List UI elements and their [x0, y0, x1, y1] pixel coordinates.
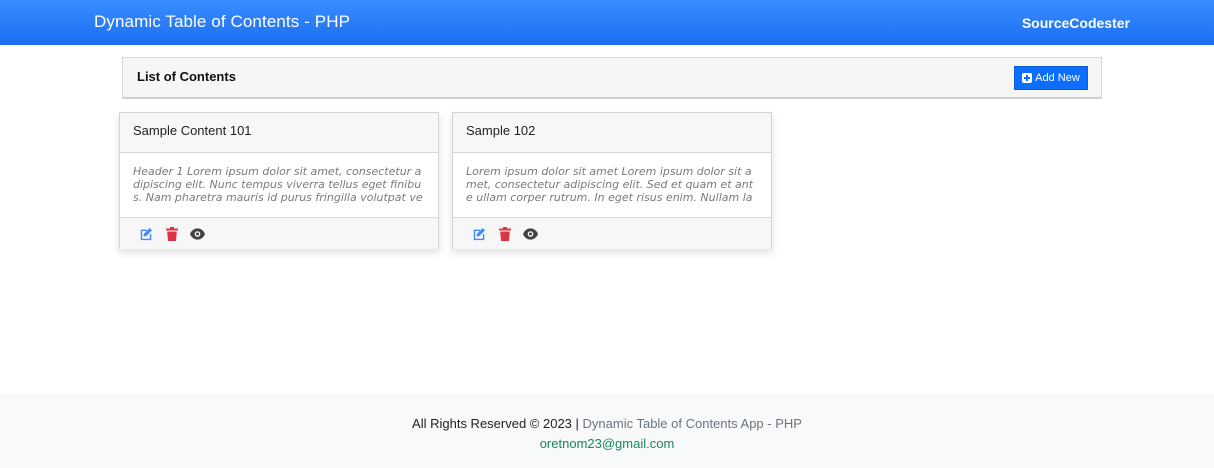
page-footer: All Rights Reserved © 2023 | Dynamic Tab… — [0, 393, 1214, 468]
edit-icon[interactable] — [138, 226, 153, 241]
eye-icon[interactable] — [190, 226, 205, 241]
eye-icon[interactable] — [523, 226, 538, 241]
add-new-button[interactable]: Add New — [1014, 66, 1088, 90]
footer-copyright: All Rights Reserved © 2023 | Dynamic Tab… — [0, 416, 1214, 431]
footer-email-link[interactable]: oretnom23@gmail.com — [0, 436, 1214, 451]
card-body: Lorem ipsum dolor sit amet Lorem ipsum d… — [453, 153, 771, 217]
card-excerpt: Header 1 Lorem ipsum dolor sit amet, con… — [133, 165, 423, 204]
card-body: Header 1 Lorem ipsum dolor sit amet, con… — [120, 153, 438, 217]
content-card: Sample 102 Lorem ipsum dolor sit amet Lo… — [452, 112, 772, 249]
app-title[interactable]: Dynamic Table of Contents - PHP — [94, 12, 350, 32]
card-excerpt: Lorem ipsum dolor sit amet Lorem ipsum d… — [466, 165, 754, 204]
edit-icon[interactable] — [471, 226, 486, 241]
list-header: List of Contents Add New — [122, 57, 1102, 99]
card-actions — [120, 217, 438, 249]
plus-square-icon — [1022, 73, 1033, 83]
add-new-label: Add New — [1035, 72, 1080, 84]
top-navbar: Dynamic Table of Contents - PHP SourceCo… — [0, 0, 1214, 45]
card-title: Sample 102 — [453, 113, 771, 153]
footer-app-name: Dynamic Table of Contents App - PHP — [582, 416, 802, 431]
content-card: Sample Content 101 Header 1 Lorem ipsum … — [119, 112, 439, 249]
trash-icon[interactable] — [497, 226, 512, 241]
list-title: List of Contents — [137, 69, 236, 84]
footer-rights: All Rights Reserved © 2023 | — [412, 416, 583, 431]
card-actions — [453, 217, 771, 249]
trash-icon[interactable] — [164, 226, 179, 241]
card-title: Sample Content 101 — [120, 113, 438, 153]
brand-link[interactable]: SourceCodester — [1022, 15, 1130, 31]
